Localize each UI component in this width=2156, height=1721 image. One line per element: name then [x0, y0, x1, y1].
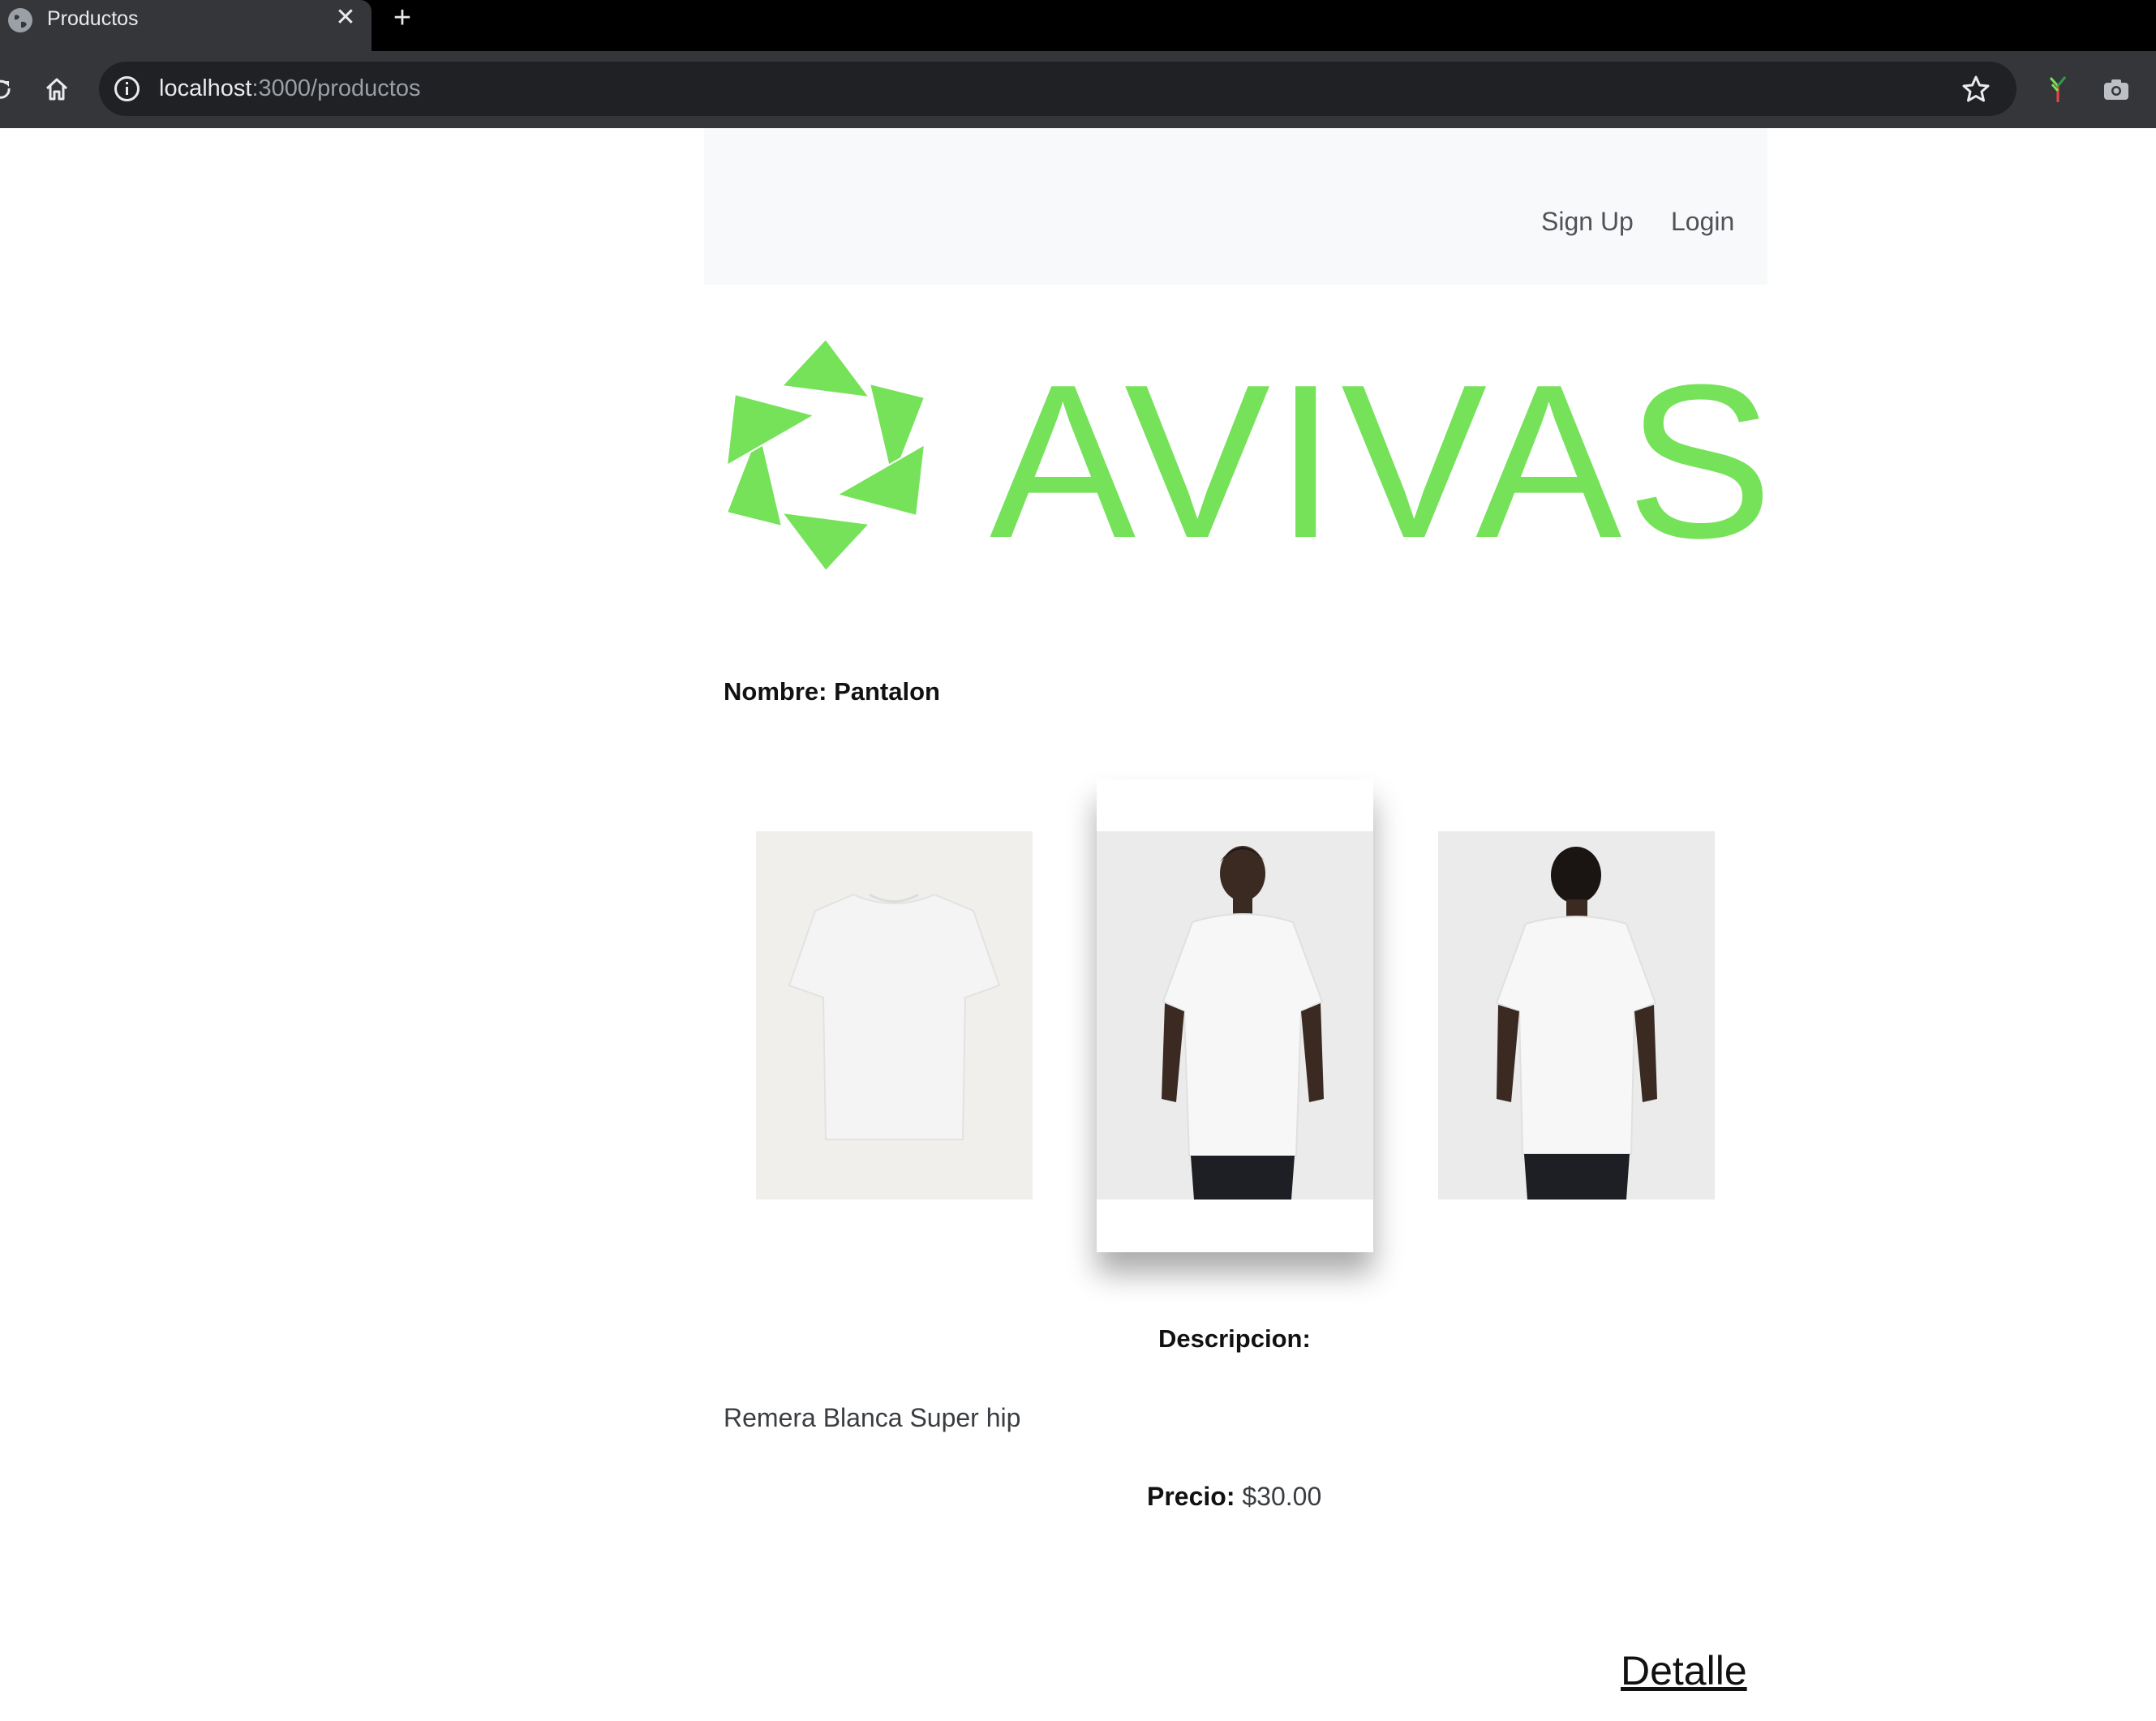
signup-link[interactable]: Sign Up	[1541, 205, 1634, 238]
browser-tabstrip: Productos ✕ +	[0, 0, 2156, 51]
reload-icon[interactable]	[0, 76, 13, 101]
product-name: Nombre: Pantalon	[724, 677, 940, 706]
camera-icon[interactable]	[2102, 76, 2130, 102]
address-bar[interactable]: localhost:3000/productos	[99, 62, 2016, 116]
model-front-photo	[1097, 831, 1373, 1200]
new-tab-button[interactable]: +	[388, 2, 417, 33]
url-path: :3000/productos	[251, 75, 421, 101]
product-image-front-flat[interactable]	[756, 831, 1033, 1200]
tab-close-icon[interactable]: ✕	[333, 5, 359, 31]
product-image-model-back[interactable]	[1438, 831, 1715, 1200]
url-text: localhost:3000/productos	[159, 75, 420, 102]
brand-wordmark: AVIVAS	[990, 340, 1778, 584]
url-host: localhost	[159, 75, 252, 101]
price-label: Precio:	[1147, 1482, 1235, 1511]
description-text: Remera Blanca Super hip	[724, 1403, 1021, 1432]
product-image-model-front[interactable]	[1097, 779, 1373, 1252]
browser-tab[interactable]: Productos ✕	[0, 0, 372, 51]
description-label: Descripcion:	[1158, 1324, 1311, 1353]
detail-link[interactable]: Detalle	[1621, 1646, 1747, 1695]
tab-title: Productos	[47, 7, 139, 30]
triangle-star-logo-icon	[726, 339, 926, 571]
price: Precio: $30.00	[1147, 1480, 1321, 1513]
info-icon[interactable]	[114, 75, 140, 102]
login-link[interactable]: Login	[1671, 205, 1734, 238]
home-icon[interactable]	[44, 76, 70, 102]
extension-icon[interactable]	[2044, 75, 2072, 104]
price-value: $30.00	[1242, 1482, 1322, 1511]
star-icon[interactable]	[1961, 75, 1991, 104]
site-navbar: Sign Up Login	[704, 128, 1767, 285]
globe-icon	[8, 8, 32, 32]
